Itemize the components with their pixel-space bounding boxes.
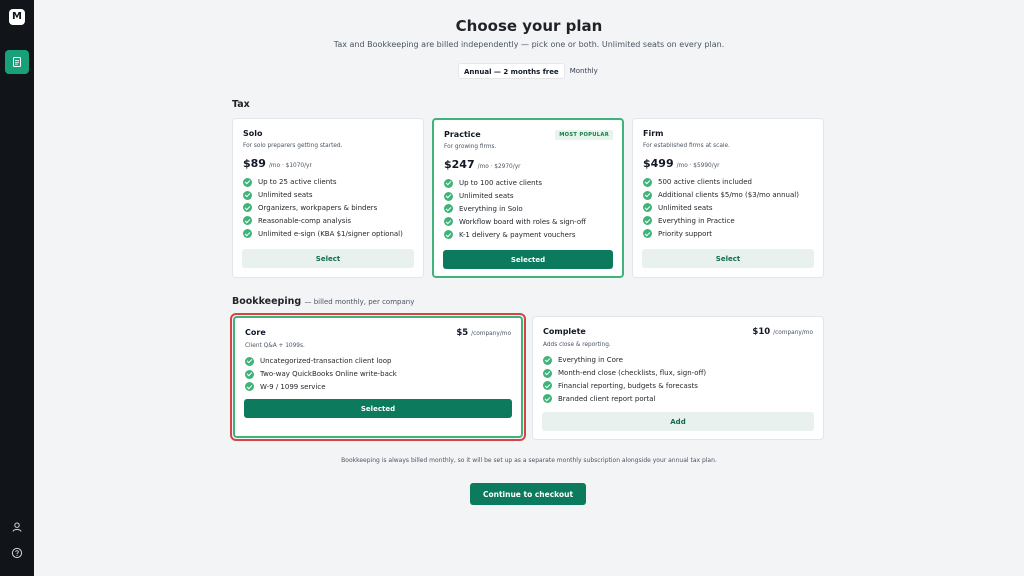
plan-price: $247: [444, 158, 475, 171]
continue-to-checkout-button[interactable]: Continue to checkout: [470, 483, 586, 505]
plan-price: $10: [752, 327, 771, 337]
plan-price-detail: /mo · $2970/yr: [477, 164, 521, 170]
feature-item: Two-way QuickBooks Online write-back: [245, 368, 511, 381]
plan-card-solo: Solo For solo preparers getting started.…: [232, 118, 424, 278]
check-icon: [543, 368, 552, 378]
feature-item: Workflow board with roles & sign-off: [444, 215, 612, 228]
feature-item: Everything in Solo: [444, 203, 612, 216]
check-icon: [543, 381, 552, 391]
plan-description: Adds close & reporting.: [543, 342, 611, 348]
feature-item: Unlimited seats: [444, 190, 612, 203]
check-icon: [444, 230, 453, 240]
feature-item: Everything in Practice: [643, 214, 813, 227]
plan-name: Core: [245, 328, 266, 337]
check-icon: [444, 178, 453, 188]
check-icon: [245, 382, 254, 392]
check-icon: [643, 229, 652, 239]
billing-footnote: Bookkeeping is always billed monthly, so…: [341, 457, 717, 464]
document-icon[interactable]: [5, 50, 29, 74]
feature-item: Branded client report portal: [543, 392, 813, 405]
plan-name: Firm: [643, 129, 664, 138]
feature-item: W-9 / 1099 service: [245, 381, 511, 394]
feature-item: Unlimited seats: [643, 202, 813, 215]
check-icon: [243, 177, 252, 187]
plan-card-practice: MOST POPULAR Practice For growing firms.…: [432, 118, 624, 278]
check-icon: [444, 204, 453, 214]
check-icon: [243, 229, 252, 239]
feature-item: 500 active clients included: [643, 176, 813, 189]
feature-item: Unlimited e-sign (KBA $1/signer optional…: [243, 227, 413, 240]
feature-item: Up to 25 active clients: [243, 176, 413, 189]
help-icon[interactable]: [9, 545, 25, 561]
page-title: Choose your plan: [455, 17, 603, 35]
plan-card-complete: Complete $10/company/mo Adds close & rep…: [532, 316, 824, 440]
tax-section-title: Tax: [232, 99, 250, 110]
billing-option-annual[interactable]: Annual — 2 months free: [458, 63, 565, 79]
app-logo-text: M: [12, 11, 22, 22]
feature-item: Unlimited seats: [243, 189, 413, 202]
select-core-button[interactable]: Selected: [244, 399, 512, 418]
billing-toggle: Annual — 2 months free Monthly: [458, 63, 603, 79]
check-icon: [643, 177, 652, 187]
feature-item: Reasonable-comp analysis: [243, 214, 413, 227]
check-icon: [643, 203, 652, 213]
add-complete-button[interactable]: Add: [542, 412, 814, 431]
check-icon: [243, 216, 252, 226]
plan-description: For established firms at scale.: [643, 143, 730, 149]
plan-price-detail: /company/mo: [773, 330, 813, 336]
feature-item: Up to 100 active clients: [444, 177, 612, 190]
bookkeeping-note: — billed monthly, per company: [304, 298, 415, 306]
most-popular-badge: MOST POPULAR: [555, 130, 613, 140]
feature-item: Priority support: [643, 227, 813, 240]
feature-item: K-1 delivery & payment vouchers: [444, 228, 612, 241]
bookkeeping-section-title: Bookkeeping — billed monthly, per compan…: [232, 296, 415, 307]
plan-description: Client Q&A + 1099s.: [245, 343, 305, 349]
select-solo-button[interactable]: Select: [242, 249, 414, 268]
plan-price-detail: /mo · $1070/yr: [268, 163, 312, 169]
user-icon[interactable]: [9, 519, 25, 535]
select-practice-button[interactable]: Selected: [443, 250, 613, 269]
check-icon: [543, 355, 552, 365]
plan-price: $5: [456, 328, 469, 338]
check-icon: [444, 191, 453, 201]
feature-item: Additional clients $5/mo ($3/mo annual): [643, 189, 813, 202]
feature-item: Organizers, workpapers & binders: [243, 202, 413, 215]
plan-price: $89: [243, 157, 266, 170]
plan-description: For growing firms.: [444, 144, 497, 150]
sidebar: M: [0, 0, 34, 576]
page-subtitle: Tax and Bookkeeping are billed independe…: [333, 40, 725, 49]
plan-price: $499: [643, 157, 674, 170]
plan-description: For solo preparers getting started.: [243, 143, 343, 149]
plan-card-core: Core $5/company/mo Client Q&A + 1099s. U…: [233, 316, 523, 438]
check-icon: [245, 356, 254, 366]
check-icon: [643, 190, 652, 200]
feature-item: Financial reporting, budgets & forecasts: [543, 380, 813, 393]
plan-name: Solo: [243, 129, 263, 138]
check-icon: [543, 394, 552, 404]
feature-item: Month-end close (checklists, flux, sign-…: [543, 367, 813, 380]
feature-item: Everything in Core: [543, 354, 813, 367]
check-icon: [243, 203, 252, 213]
plan-price-detail: /mo · $5990/yr: [676, 163, 720, 169]
check-icon: [444, 217, 453, 227]
plan-card-firm: Firm For established firms at scale. $49…: [632, 118, 824, 278]
plan-name: Complete: [543, 327, 586, 336]
check-icon: [245, 369, 254, 379]
billing-option-monthly[interactable]: Monthly: [565, 63, 603, 79]
plan-price-detail: /company/mo: [471, 331, 511, 337]
app-logo[interactable]: M: [9, 9, 25, 25]
check-icon: [243, 190, 252, 200]
select-firm-button[interactable]: Select: [642, 249, 814, 268]
check-icon: [643, 216, 652, 226]
feature-item: Uncategorized-transaction client loop: [245, 355, 511, 368]
